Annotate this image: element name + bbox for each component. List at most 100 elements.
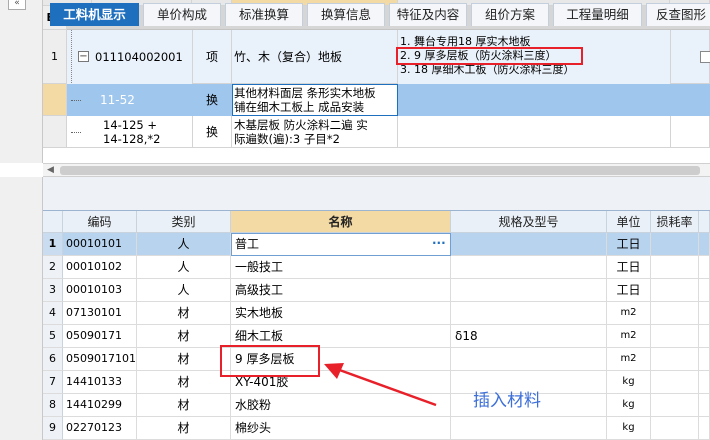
item-type: 换 [192,116,232,148]
cell-loss[interactable] [651,394,699,417]
tree-line [71,132,81,133]
feature-3: 3. 18 厚细木工板（防火涂料三度） [400,63,575,76]
grid-header-type[interactable]: 类别 [137,211,231,233]
cell-spec[interactable]: δ18 [451,325,607,348]
cell-unit[interactable]: m2 [607,348,651,371]
scrollbar-thumb[interactable] [60,166,700,175]
cell-loss[interactable] [651,302,699,325]
cell-code[interactable]: 00010103 [63,279,137,302]
cell-unit[interactable]: m2 [607,302,651,325]
cell-loss[interactable] [651,371,699,394]
cell-extra[interactable] [699,256,710,279]
cell-code[interactable]: 0509017101 [63,348,137,371]
row-number[interactable]: 7 [43,371,63,394]
cell-extra[interactable] [699,233,710,256]
item-code-line2: 14-128,*2 [103,132,161,146]
cell-code[interactable]: 14410299 [63,394,137,417]
cell-unit[interactable]: kg [607,417,651,440]
cell-loss[interactable] [651,233,699,256]
cell-extra[interactable] [699,348,710,371]
tab-bar [43,185,710,211]
cell-loss[interactable] [651,417,699,440]
cell-loss[interactable] [651,348,699,371]
cell-type[interactable]: 材 [137,371,231,394]
collapse-panel-icon[interactable]: « [8,0,26,10]
cell-unit[interactable]: kg [607,394,651,417]
tab-pricing-scheme[interactable]: 组价方案 [471,3,549,26]
fixed-checkbox[interactable] [700,51,710,63]
tab-labor-material[interactable]: 工料机显示 [50,3,139,26]
row-number[interactable]: 3 [43,279,63,302]
cell-unit[interactable]: 工日 [607,279,651,302]
row-number[interactable]: 1 [43,233,63,256]
tree-line [71,100,81,101]
item-name-line2: 际遍数(遍):3 子目*2 [234,132,340,146]
cell-loss[interactable] [651,256,699,279]
cell-unit[interactable]: kg [607,371,651,394]
row-number [43,116,67,148]
row-number[interactable]: 5 [43,325,63,348]
cell-extra[interactable] [699,279,710,302]
cell-code[interactable]: 14410133 [63,371,137,394]
cell-type[interactable]: 材 [137,302,231,325]
cell-extra[interactable] [699,302,710,325]
grid-header-unit[interactable]: 单位 [607,211,651,233]
collapse-icon[interactable]: − [78,51,89,62]
cell-spec[interactable] [451,348,607,371]
cell-extra[interactable] [699,371,710,394]
tab-conversion-info[interactable]: 换算信息 [307,3,385,26]
cell-spec[interactable] [451,233,607,256]
cell-code[interactable]: 02270123 [63,417,137,440]
row-number[interactable]: 4 [43,302,63,325]
cell-type[interactable]: 材 [137,348,231,371]
cell-type[interactable]: 人 [137,279,231,302]
row-number: 1 [43,30,67,84]
row-number[interactable]: 2 [43,256,63,279]
grid-header-extra [699,211,710,233]
row-number[interactable]: 8 [43,394,63,417]
tab-quantity-detail[interactable]: 工程量明细 [553,3,642,26]
item-name-line2: 铺在细木工板上 成品安装 [234,100,365,114]
cell-code[interactable]: 07130101 [63,302,137,325]
cell-type[interactable]: 人 [137,256,231,279]
cell-loss[interactable] [651,325,699,348]
item-name-line1: 木基层板 防火涂料二遍 实 [234,118,368,132]
more-options-icon[interactable]: ··· [432,233,446,254]
cell-type[interactable]: 材 [137,417,231,440]
cell-spec[interactable] [451,279,607,302]
row-number[interactable]: 6 [43,348,63,371]
grid-header-name[interactable]: 名称 [231,211,451,233]
cell-spec[interactable] [451,256,607,279]
cell-type[interactable]: 材 [137,325,231,348]
tab-features[interactable]: 特征及内容 [389,3,467,26]
grid-header-spec[interactable]: 规格及型号 [451,211,607,233]
cell-code[interactable]: 00010101 [63,233,137,256]
cell-unit[interactable]: 工日 [607,256,651,279]
tab-reverse-lookup[interactable]: 反查图形 [646,3,710,26]
cell-extra[interactable] [699,417,710,440]
cell-code[interactable]: 05090171 [63,325,137,348]
cell-extra[interactable] [699,394,710,417]
grid-header-loss[interactable]: 损耗率 [651,211,699,233]
cell-spec[interactable] [451,417,607,440]
cell-unit[interactable]: 工日 [607,233,651,256]
cell-name[interactable]: 实木地板 [231,302,451,325]
cell-loss[interactable] [651,279,699,302]
cell-spec[interactable] [451,302,607,325]
row-number[interactable]: 9 [43,417,63,440]
tab-unit-price[interactable]: 单价构成 [143,3,221,26]
tab-standard-conversion[interactable]: 标准换算 [225,3,303,26]
cell-type[interactable]: 人 [137,233,231,256]
cell-code[interactable]: 00010102 [63,256,137,279]
grid-header-code[interactable]: 编码 [63,211,137,233]
cell-name[interactable]: 一般技工 [231,256,451,279]
cell-extra[interactable] [699,325,710,348]
cell-name[interactable]: 棉纱头 [231,417,451,440]
cell-name[interactable]: 高级技工 [231,279,451,302]
cell-type[interactable]: 材 [137,394,231,417]
cell-unit[interactable]: m2 [607,325,651,348]
grid-header-rowno [43,211,63,233]
name-edit-value: 普工 [235,237,260,251]
name-edit-input[interactable] [231,233,451,256]
scroll-left-icon[interactable]: ◀ [47,165,54,175]
